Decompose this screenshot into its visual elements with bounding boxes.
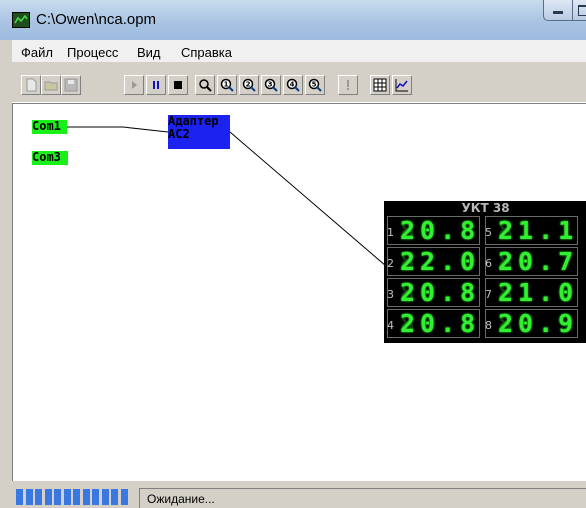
menu-file[interactable]: Файл bbox=[21, 45, 53, 60]
channel-6-cell: 6 8 20.7 bbox=[485, 247, 578, 276]
menu-view[interactable]: Вид bbox=[137, 45, 161, 60]
pause-icon[interactable] bbox=[146, 75, 166, 95]
zoom-icon[interactable] bbox=[195, 75, 215, 95]
channel-value: 20.8 bbox=[400, 216, 481, 245]
adapter-ac2-node[interactable]: Адаптер АС2 bbox=[168, 115, 230, 149]
zoom-1-icon[interactable]: 1 bbox=[217, 75, 237, 95]
minimize-button[interactable] bbox=[543, 0, 573, 21]
menu-help[interactable]: Справка bbox=[181, 45, 232, 60]
channel-number: 6 bbox=[485, 257, 492, 270]
com3-node[interactable]: Com3 bbox=[32, 151, 68, 165]
progress-segment bbox=[54, 489, 61, 505]
window-title: C:\Owen\nca.opm bbox=[36, 11, 157, 28]
menu-bar: Файл Процесс Вид Справка bbox=[12, 40, 586, 62]
device-title: УКТ 38 bbox=[461, 201, 510, 215]
adapter-label-line2: АС2 bbox=[168, 127, 190, 141]
channel-value: 21.1 bbox=[498, 216, 579, 245]
status-text: Ожидание... bbox=[147, 492, 215, 506]
progress-segment bbox=[120, 489, 128, 505]
channel-number: 8 bbox=[485, 319, 492, 332]
progress-segment bbox=[111, 489, 118, 505]
channel-number: 4 bbox=[387, 319, 394, 332]
alert-icon[interactable] bbox=[338, 75, 358, 95]
ukt38-device[interactable]: УКТ 38 1 8 20.8 5 8 21.1 2 8 22.0 6 8 20.7 3 8 20.8 7 8 2… bbox=[384, 201, 586, 343]
svg-text:4: 4 bbox=[290, 81, 295, 89]
channel-value: 20.8 bbox=[400, 278, 481, 307]
channel-number: 3 bbox=[387, 288, 394, 301]
channel-value: 21.0 bbox=[498, 278, 579, 307]
diagram-canvas[interactable]: Com1 Com3 Адаптер АС2 УКТ 38 1 8 20.8 5 8 21.… bbox=[12, 103, 586, 482]
channel-2-cell: 2 8 22.0 bbox=[387, 247, 480, 276]
channel-4-cell: 4 8 20.8 bbox=[387, 309, 480, 338]
zoom-4-icon[interactable]: 4 bbox=[283, 75, 303, 95]
play-icon[interactable] bbox=[124, 75, 144, 95]
progress-segment bbox=[44, 489, 52, 505]
status-bar: Ожидание... bbox=[0, 481, 586, 508]
channel-5-cell: 5 8 21.1 bbox=[485, 216, 578, 245]
channel-value: 20.9 bbox=[498, 309, 579, 338]
progress-segment bbox=[35, 489, 42, 505]
progress-segment bbox=[82, 489, 90, 505]
open-folder-icon[interactable] bbox=[41, 75, 61, 95]
channel-value: 22.0 bbox=[400, 247, 481, 276]
title-bar[interactable]: C:\Owen\nca.opm bbox=[0, 0, 586, 40]
progress-segment bbox=[92, 489, 99, 505]
svg-text:1: 1 bbox=[224, 81, 229, 89]
channel-value: 20.7 bbox=[498, 247, 579, 276]
channel-number: 5 bbox=[485, 226, 492, 239]
zoom-5-icon[interactable]: 5 bbox=[305, 75, 325, 95]
com1-node[interactable]: Com1 bbox=[32, 120, 67, 134]
maximize-button[interactable] bbox=[572, 0, 586, 21]
menu-process[interactable]: Процесс bbox=[67, 45, 118, 60]
status-panel: Ожидание... bbox=[139, 488, 586, 508]
progress-segment bbox=[16, 489, 23, 505]
channel-7-cell: 7 8 21.0 bbox=[485, 278, 578, 307]
channel-8-cell: 8 8 20.9 bbox=[485, 309, 578, 338]
channel-1-cell: 1 8 20.8 bbox=[387, 216, 480, 245]
toolbar: 1 2 3 4 5 bbox=[12, 62, 586, 103]
channel-value: 20.8 bbox=[400, 309, 481, 338]
zoom-3-icon[interactable]: 3 bbox=[261, 75, 281, 95]
stop-icon[interactable] bbox=[168, 75, 188, 95]
svg-text:3: 3 bbox=[268, 81, 273, 89]
chart-app-icon bbox=[12, 12, 30, 28]
channel-number: 1 bbox=[387, 226, 394, 239]
svg-text:5: 5 bbox=[312, 81, 317, 89]
zoom-2-icon[interactable]: 2 bbox=[239, 75, 259, 95]
progress-segment bbox=[25, 489, 33, 505]
new-file-icon[interactable] bbox=[21, 75, 41, 95]
progress-bar bbox=[16, 489, 132, 505]
progress-segment bbox=[101, 489, 109, 505]
channel-3-cell: 3 8 20.8 bbox=[387, 278, 480, 307]
progress-segment bbox=[73, 489, 80, 505]
chart-icon[interactable] bbox=[392, 75, 412, 95]
channel-number: 7 bbox=[485, 288, 492, 301]
channel-number: 2 bbox=[387, 257, 394, 270]
save-disk-icon[interactable] bbox=[61, 75, 81, 95]
progress-segment bbox=[63, 489, 71, 505]
svg-text:2: 2 bbox=[246, 81, 251, 89]
table-icon[interactable] bbox=[370, 75, 390, 95]
